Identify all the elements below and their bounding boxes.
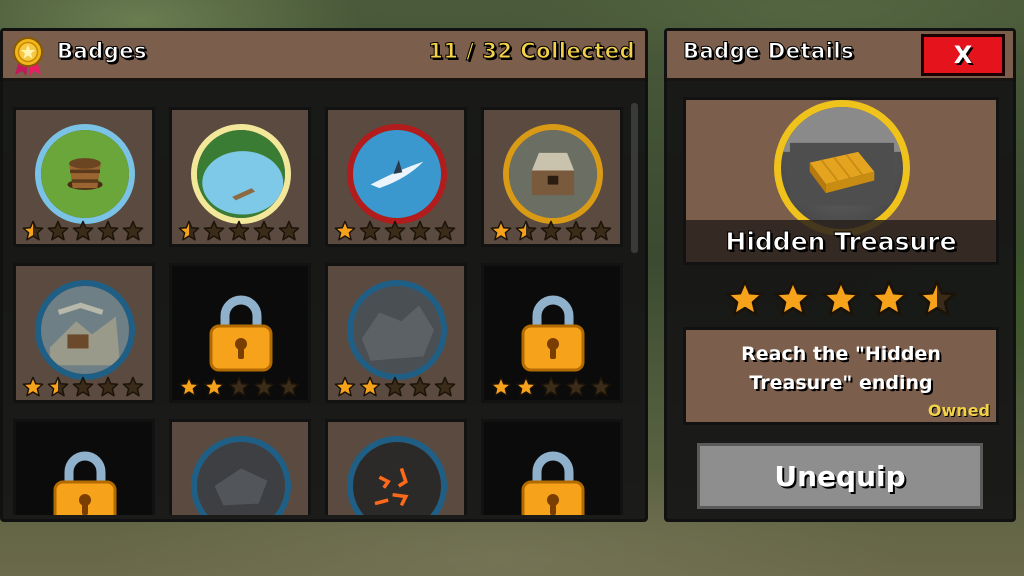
collected-counter: 11 / 32 Collected: [428, 39, 635, 64]
star-icon: [918, 280, 956, 317]
grid-scrollbar[interactable]: [631, 103, 638, 253]
badge-tile-locked[interactable]: [481, 263, 623, 403]
star-icon: [47, 220, 69, 241]
star-icon: [565, 220, 587, 241]
badge-stars: [22, 220, 144, 242]
badge-image: [35, 280, 135, 380]
star-icon: [72, 376, 94, 397]
badge-details-panel: Badge Details X Hidden Treasure Reach th…: [664, 28, 1016, 522]
unequip-button[interactable]: Unequip: [697, 443, 983, 509]
badge-tile[interactable]: [13, 107, 155, 247]
owned-status: Owned: [927, 401, 990, 420]
badge-tile[interactable]: [169, 107, 311, 247]
star-icon: [203, 376, 225, 397]
star-icon: [870, 280, 908, 317]
badge-stars: [490, 220, 612, 242]
star-icon: [434, 220, 456, 241]
badge-preview: Hidden Treasure: [683, 97, 999, 265]
star-icon: [434, 376, 456, 397]
badge-tile[interactable]: [325, 263, 467, 403]
star-icon: [72, 220, 94, 241]
star-icon: [122, 376, 144, 397]
star-icon: [278, 376, 300, 397]
star-icon: [47, 376, 69, 397]
star-icon: [515, 220, 537, 241]
star-icon: [490, 220, 512, 241]
star-icon: [203, 220, 225, 241]
star-icon: [774, 280, 812, 317]
badge-tile[interactable]: [13, 263, 155, 403]
details-title: Badge Details: [682, 39, 855, 64]
details-header: Badge Details X: [667, 31, 1013, 81]
star-icon: [178, 220, 200, 241]
badge-stars: [178, 220, 300, 242]
padlock-icon: [53, 451, 117, 515]
star-icon: [726, 280, 764, 317]
badge-tile-locked[interactable]: [481, 419, 623, 515]
star-icon: [384, 220, 406, 241]
star-icon: [590, 376, 612, 397]
star-icon: [228, 220, 250, 241]
star-icon: [540, 220, 562, 241]
badge-stars: [178, 376, 300, 398]
badge-name: Hidden Treasure: [686, 220, 996, 262]
star-icon: [228, 376, 250, 397]
description-box: Reach the "Hidden Treasure" ending Owned: [683, 327, 999, 425]
star-icon: [22, 220, 44, 241]
badge-image: [503, 124, 603, 224]
star-icon: [359, 376, 381, 397]
badge-stars: [22, 376, 144, 398]
badge-rating: [725, 279, 957, 319]
star-icon: [253, 376, 275, 397]
padlock-icon: [521, 451, 585, 515]
star-icon: [590, 220, 612, 241]
badge-stars: [334, 376, 456, 398]
star-icon: [515, 376, 537, 397]
padlock-icon: [521, 295, 585, 372]
medal-icon: [13, 37, 43, 76]
badge-stars: [490, 376, 612, 398]
badge-image: [347, 280, 447, 380]
badge-tile-locked[interactable]: [169, 263, 311, 403]
badge-stars: [334, 220, 456, 242]
star-icon: [178, 376, 200, 397]
badges-title: Badges: [57, 39, 147, 64]
star-icon: [334, 376, 356, 397]
star-icon: [822, 280, 860, 317]
star-icon: [384, 376, 406, 397]
star-icon: [278, 220, 300, 241]
star-icon: [97, 376, 119, 397]
badge-description: Reach the "Hidden Treasure" ending: [741, 343, 941, 394]
star-icon: [122, 220, 144, 241]
badges-header: Badges 11 / 32 Collected: [3, 31, 645, 81]
gold-bars-image: [774, 100, 910, 236]
star-icon: [565, 376, 587, 397]
badge-image: [191, 124, 291, 224]
star-icon: [253, 220, 275, 241]
badge-tile[interactable]: [169, 419, 311, 515]
badge-image: [347, 124, 447, 224]
star-icon: [540, 376, 562, 397]
badge-tile[interactable]: [325, 107, 467, 247]
badge-tile-locked[interactable]: [13, 419, 155, 515]
badges-panel: Badges 11 / 32 Collected: [0, 28, 648, 522]
badge-image: [35, 124, 135, 224]
star-icon: [359, 220, 381, 241]
close-button[interactable]: X: [921, 34, 1005, 76]
star-icon: [409, 376, 431, 397]
star-icon: [490, 376, 512, 397]
badge-image: [191, 436, 291, 515]
badge-tile[interactable]: [481, 107, 623, 247]
badge-grid: [13, 107, 625, 515]
star-icon: [22, 376, 44, 397]
badge-tile[interactable]: [325, 419, 467, 515]
star-icon: [409, 220, 431, 241]
star-icon: [97, 220, 119, 241]
badge-image: [347, 436, 447, 515]
star-icon: [334, 220, 356, 241]
padlock-icon: [209, 295, 273, 372]
